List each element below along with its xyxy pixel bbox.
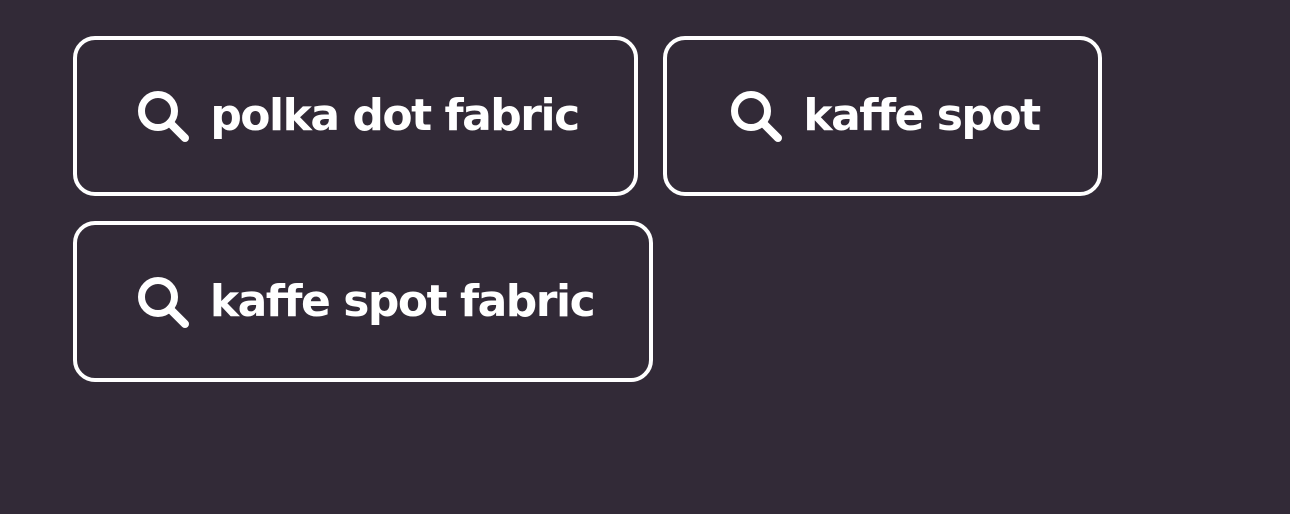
search-icon bbox=[725, 85, 787, 147]
suggestion-label: kaffe spot fabric bbox=[209, 275, 596, 327]
suggestion-chip-kaffe-spot-fabric[interactable]: kaffe spot fabric bbox=[73, 221, 653, 382]
search-icon bbox=[132, 271, 194, 333]
suggestion-label: kaffe spot bbox=[803, 90, 1041, 141]
suggestion-chip-polka-dot-fabric[interactable]: polka dot fabric bbox=[73, 36, 638, 196]
suggestion-chip-kaffe-spot[interactable]: kaffe spot bbox=[663, 36, 1102, 196]
search-icon bbox=[132, 85, 194, 147]
suggestion-label: polka dot fabric bbox=[210, 90, 580, 141]
